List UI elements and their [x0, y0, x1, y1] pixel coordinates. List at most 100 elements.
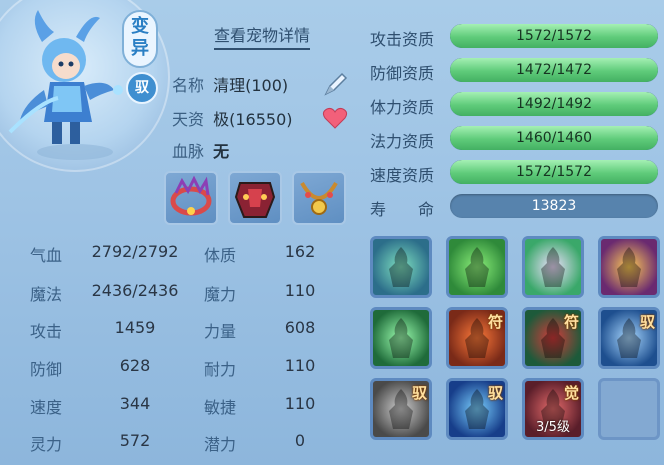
- stat-value: 110: [284, 394, 316, 413]
- skill-figure-wave[interactable]: [370, 236, 432, 298]
- favorite-heart-icon[interactable]: [322, 106, 348, 130]
- skill-figure-wave-icon: [389, 247, 413, 287]
- lifespan-bar: 13823: [450, 194, 658, 218]
- stat-label: 灵力: [30, 435, 63, 454]
- pet-talent-value: 极(16550): [213, 110, 293, 129]
- pet-bloodline-label: 血脉: [172, 142, 205, 161]
- aptitude-label: 速度资质: [370, 166, 435, 185]
- stat-value: 2792/2792: [91, 242, 179, 261]
- stat-row-left: 灵力 572: [30, 431, 190, 454]
- skill-heart-light[interactable]: [522, 236, 584, 298]
- variant-tag-char-2: 异: [131, 38, 149, 59]
- equip-slot-1[interactable]: [164, 171, 218, 225]
- equip-slot-3[interactable]: [292, 171, 346, 225]
- stat-label: 魔法: [30, 285, 63, 304]
- lifespan-label: 寿 命: [370, 200, 435, 219]
- stat-row-right: 魔力 110: [204, 281, 334, 304]
- stat-value: 2436/2436: [91, 281, 179, 300]
- crown-icon: [170, 175, 212, 216]
- stat-label: 敏捷: [204, 398, 237, 417]
- skill-corner-badge: 符: [563, 313, 579, 331]
- skill-corner-badge: 觉: [563, 384, 579, 402]
- aptitude-row: 速度资质 1572/1572: [370, 160, 660, 186]
- stat-value: 0: [294, 431, 306, 450]
- skill-awaken-fist[interactable]: 觉 3/5级: [522, 378, 584, 440]
- aptitude-value: 1472/1472: [516, 62, 592, 78]
- stat-label: 力量: [204, 322, 237, 341]
- skill-corner-badge: 驭: [639, 313, 655, 331]
- stat-row-left: 魔法 2436/2436: [30, 281, 190, 304]
- stat-value: 628: [119, 356, 151, 375]
- stat-row-right: 力量 608: [204, 318, 334, 341]
- necklace-icon: [300, 181, 338, 215]
- rename-pen-icon[interactable]: [322, 70, 350, 98]
- stat-label: 气血: [30, 246, 63, 265]
- stat-value: 1459: [114, 318, 156, 337]
- aptitude-bar: 1460/1460: [450, 126, 658, 150]
- skill-corner-badge: 驭: [411, 384, 427, 402]
- skill-corner-badge: 驭: [487, 384, 503, 402]
- stat-label: 潜力: [204, 435, 237, 454]
- stat-value: 344: [119, 394, 151, 413]
- variant-tag-char-1: 变: [131, 16, 149, 37]
- skill-red-muscle[interactable]: 符: [446, 307, 508, 369]
- pet-talent-row: 天资 极(16550): [172, 106, 293, 130]
- skill-slot-empty[interactable]: [598, 378, 660, 440]
- stat-row-right: 耐力 110: [204, 356, 334, 379]
- aptitude-value: 1492/1492: [516, 96, 592, 112]
- equip-slot-2[interactable]: [228, 171, 282, 225]
- aptitude-row: 攻击资质 1572/1572: [370, 24, 660, 50]
- stat-label: 耐力: [204, 360, 237, 379]
- stat-value: 110: [284, 281, 316, 300]
- aptitude-label: 防御资质: [370, 64, 435, 83]
- armor-icon: [234, 182, 276, 218]
- pet-name-value: 清理(100): [213, 76, 289, 95]
- skill-heart-light-icon: [541, 247, 565, 287]
- skill-blood-drop[interactable]: 符: [522, 307, 584, 369]
- skill-blue-vortex[interactable]: 驭: [446, 378, 508, 440]
- skill-corner-badge: 符: [487, 313, 503, 331]
- view-pet-details-link[interactable]: 查看宠物详情: [214, 22, 311, 50]
- stat-value: 110: [284, 356, 316, 375]
- pet-talent-label: 天资: [172, 110, 205, 129]
- aptitude-row: 体力资质 1492/1492: [370, 92, 660, 118]
- stat-row-right: 潜力 0: [204, 431, 334, 454]
- aptitude-bar: 1472/1472: [450, 58, 658, 82]
- aptitude-label: 攻击资质: [370, 30, 435, 49]
- stat-row-left: 防御 628: [30, 356, 190, 379]
- aptitude-row: 法力资质 1460/1460: [370, 126, 660, 152]
- skill-shield[interactable]: 驭: [598, 307, 660, 369]
- stat-value: 572: [119, 431, 151, 450]
- skill-green-muscle[interactable]: [446, 236, 508, 298]
- pet-detail-panel: 变 异 驭 查看宠物详情 名称 清理(100) 天资 极(16550) 血脉 无: [0, 0, 664, 465]
- pet-name-row: 名称 清理(100): [172, 72, 288, 96]
- skill-green-blades-icon: [389, 318, 413, 358]
- pet-bloodline-row: 血脉 无: [172, 138, 229, 162]
- variant-tag: 变 异: [122, 10, 158, 68]
- aptitude-bar: 1492/1492: [450, 92, 658, 116]
- stat-row-right: 体质 162: [204, 242, 334, 265]
- aptitude-bar: 1572/1572: [450, 24, 658, 48]
- aptitude-value: 1460/1460: [516, 130, 592, 146]
- stat-row-left: 速度 344: [30, 394, 190, 417]
- yu-badge: 驭: [126, 72, 158, 104]
- lifespan-value: 13823: [531, 198, 577, 214]
- stat-row-left: 攻击 1459: [30, 318, 190, 341]
- skill-level-label: 3/5级: [536, 420, 570, 435]
- aptitude-value: 1572/1572: [516, 164, 592, 180]
- aptitude-row: 防御资质 1472/1472: [370, 58, 660, 84]
- pet-bloodline-value: 无: [213, 142, 230, 161]
- stat-value: 608: [284, 318, 316, 337]
- stat-label: 魔力: [204, 285, 237, 304]
- stat-row-left: 气血 2792/2792: [30, 242, 190, 265]
- aptitude-value: 1572/1572: [516, 28, 592, 44]
- aptitude-label: 体力资质: [370, 98, 435, 117]
- skill-red-scroll[interactable]: [598, 236, 660, 298]
- skill-green-muscle-icon: [465, 247, 489, 287]
- aptitude-label: 法力资质: [370, 132, 435, 151]
- stat-label: 防御: [30, 360, 63, 379]
- skill-stone-beast[interactable]: 驭: [370, 378, 432, 440]
- skill-red-scroll-icon: [617, 247, 641, 287]
- skill-green-blades[interactable]: [370, 307, 432, 369]
- aptitude-bar: 1572/1572: [450, 160, 658, 184]
